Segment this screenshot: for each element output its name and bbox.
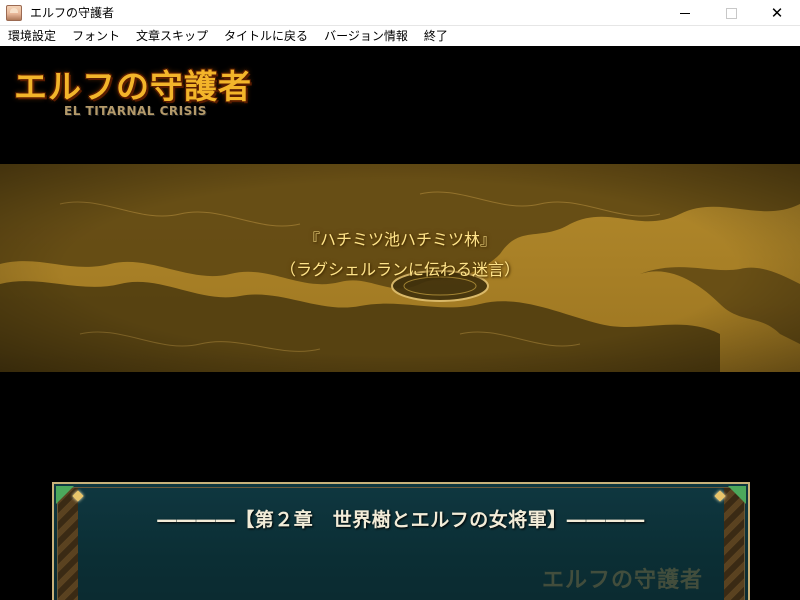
menu-item-settings[interactable]: 環境設定	[0, 26, 64, 46]
game-screen[interactable]: エルフの守護者 EL TITARNAL CRISIS 『ハチミツ池ハチミツ林』 …	[0, 46, 800, 600]
map-banner: 『ハチミツ池ハチミツ林』 （ラグシェルランに伝わる迷言）	[0, 164, 800, 372]
banner-quote-title: 『ハチミツ池ハチミツ林』	[303, 230, 496, 249]
corner-ornament-left-icon	[56, 486, 74, 504]
menu-item-exit[interactable]: 終了	[416, 26, 456, 46]
window-controls: ✕	[662, 0, 800, 26]
window-title-bar: エルフの守護者 ✕	[0, 0, 800, 26]
menu-item-font[interactable]: フォント	[64, 26, 128, 46]
logo-watermark: エルフの守護者	[542, 568, 704, 593]
message-window[interactable]: ――――【第２章 世界樹とエルフの女将軍】―――― エルフの守護者	[52, 482, 750, 600]
maximize-button[interactable]	[708, 0, 754, 26]
menu-item-text-skip[interactable]: 文章スキップ	[128, 26, 216, 46]
logo-subtitle: EL TITARNAL CRISIS	[64, 104, 207, 118]
menu-bar: 環境設定 フォント 文章スキップ タイトルに戻る バージョン情報 終了	[0, 26, 800, 46]
chapter-heading: ――――【第２章 世界樹とエルフの女将軍】――――	[157, 509, 645, 531]
menu-item-return-title[interactable]: タイトルに戻る	[216, 26, 316, 46]
close-button[interactable]: ✕	[754, 0, 800, 26]
game-logo: エルフの守護者 EL TITARNAL CRISIS	[14, 60, 274, 126]
minimize-button[interactable]	[662, 0, 708, 26]
window-title: エルフの守護者	[30, 6, 115, 20]
app-portrait-icon	[6, 4, 22, 21]
logo-title: エルフの守護者	[14, 67, 252, 106]
menu-item-version-info[interactable]: バージョン情報	[316, 26, 416, 46]
corner-ornament-right-icon	[728, 486, 746, 504]
banner-quote-subtitle: （ラグシェルランに伝わる迷言）	[279, 260, 520, 279]
